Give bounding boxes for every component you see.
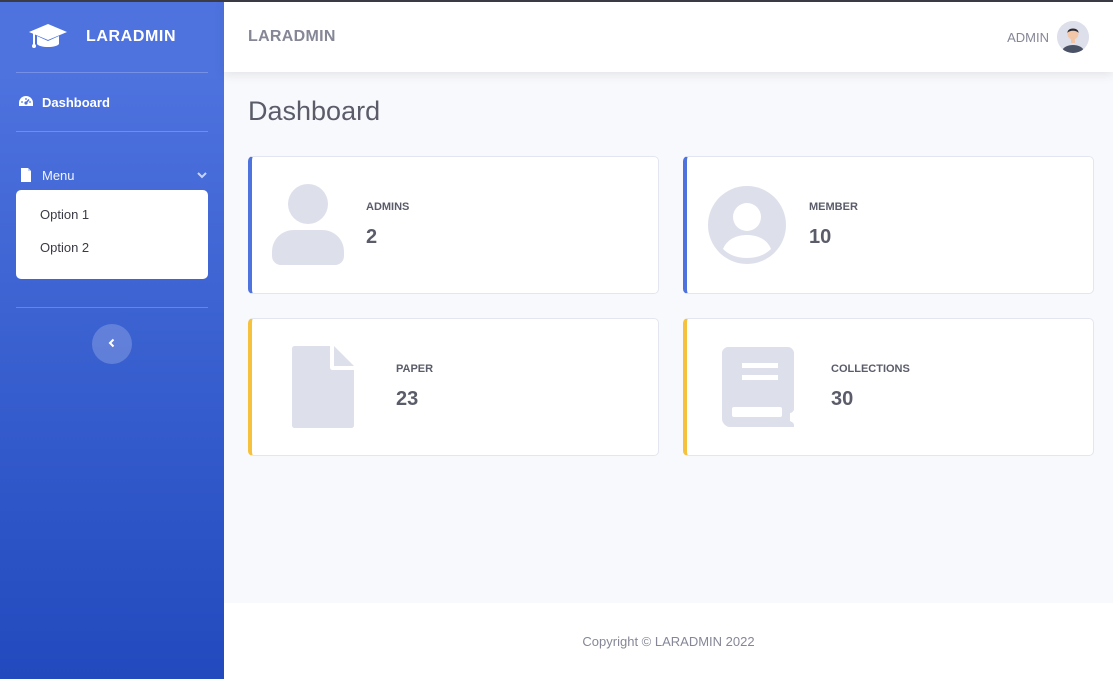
page-title: Dashboard: [248, 96, 381, 126]
menu-option-2[interactable]: Option 2: [16, 231, 208, 264]
tachometer-icon: [18, 94, 34, 110]
stat-card-admins[interactable]: ADMINS 2: [248, 156, 659, 294]
sidebar-toggle-button[interactable]: [92, 324, 132, 364]
card-label: MEMBER: [809, 201, 858, 213]
card-label: ADMINS: [366, 201, 410, 213]
user-icon: [272, 184, 344, 271]
sidebar-item-label: Menu: [42, 167, 75, 183]
menu-option-1[interactable]: Option 1: [16, 198, 208, 231]
sidebar-item-label: Dashboard: [42, 94, 110, 110]
sidebar: LARADMIN Dashboard Menu Option 1 Option …: [0, 2, 224, 679]
card-value: 30: [831, 388, 854, 410]
footer: Copyright © LARADMIN 2022: [224, 603, 1113, 679]
chevron-down-icon: [196, 169, 208, 181]
user-circle-icon: [707, 185, 787, 270]
sidebar-divider: [16, 131, 208, 132]
topbar: LARADMIN ADMIN: [224, 2, 1113, 72]
card-label: PAPER: [396, 363, 434, 375]
topbar-app-name: LARADMIN: [248, 28, 336, 45]
card-value: 2: [366, 226, 378, 248]
stat-card-member[interactable]: MEMBER 10: [683, 156, 1094, 294]
card-value: 10: [809, 226, 832, 248]
brand-name: LARADMIN: [86, 28, 177, 45]
sidebar-item-dashboard[interactable]: Dashboard: [0, 73, 224, 131]
graduation-cap-icon: [28, 21, 68, 53]
menu-collapse-panel: Option 1 Option 2: [16, 190, 208, 279]
card-value: 23: [396, 388, 419, 410]
stat-card-paper[interactable]: PAPER 23: [248, 318, 659, 456]
chevron-left-icon: [107, 335, 117, 353]
file-icon: [18, 167, 34, 183]
card-label: COLLECTIONS: [831, 363, 910, 375]
file-icon: [292, 346, 354, 433]
book-icon: [722, 347, 794, 432]
sidebar-divider: [16, 307, 208, 308]
user-dropdown[interactable]: ADMIN: [1007, 21, 1089, 53]
sidebar-brand[interactable]: LARADMIN: [0, 2, 224, 72]
user-name: ADMIN: [1007, 29, 1049, 45]
stat-card-collections[interactable]: COLLECTIONS 30: [683, 318, 1094, 456]
footer-copyright: Copyright © LARADMIN 2022: [582, 633, 755, 649]
avatar: [1057, 21, 1089, 53]
